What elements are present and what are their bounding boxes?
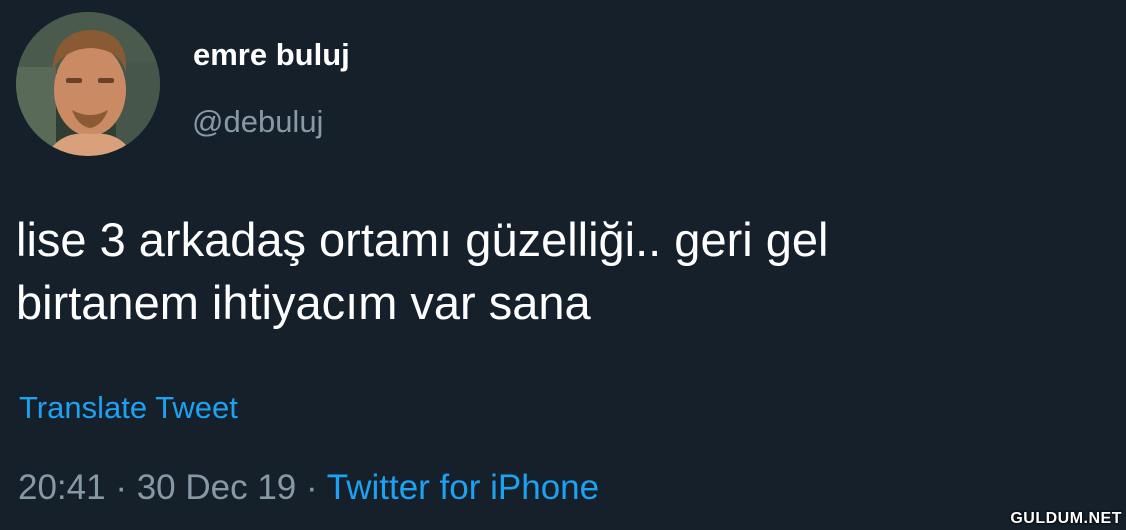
user-handle[interactable]: @debuluj xyxy=(192,104,323,140)
tweet-date[interactable]: 30 Dec 19 xyxy=(137,468,297,507)
translate-tweet-link[interactable]: Translate Tweet xyxy=(19,390,238,426)
meta-separator: · xyxy=(105,468,137,507)
tweet-text-line-1: lise 3 arkadaş ortamı güzelliği.. geri g… xyxy=(16,213,829,266)
meta-separator: · xyxy=(296,468,327,507)
display-name[interactable]: emre buluj xyxy=(193,37,350,73)
tweet-source-link[interactable]: Twitter for iPhone xyxy=(327,468,599,507)
avatar[interactable] xyxy=(16,12,160,156)
tweet-card: emre buluj @debuluj lise 3 arkadaş ortam… xyxy=(0,0,1126,530)
tweet-time[interactable]: 20:41 xyxy=(18,468,106,507)
tweet-metadata: 20:41 · 30 Dec 19 · Twitter for iPhone xyxy=(18,468,599,508)
avatar-photo xyxy=(16,12,160,156)
tweet-text-line-2: birtanem ihtiyacım var sana xyxy=(16,276,591,329)
watermark: GULDUM.NET xyxy=(1010,510,1122,527)
tweet-text: lise 3 arkadaş ortamı güzelliği.. geri g… xyxy=(16,208,1106,334)
